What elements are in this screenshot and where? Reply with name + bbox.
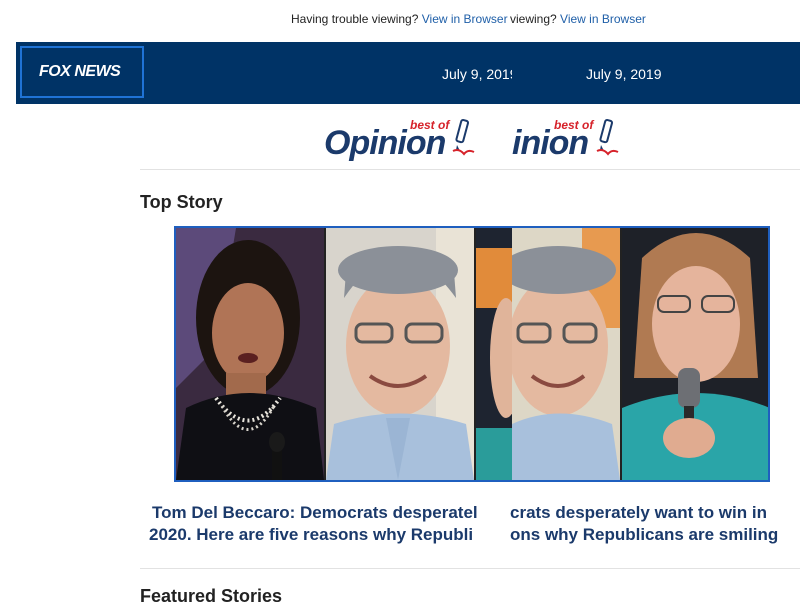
header-date-partial: July 9, 2019 [442, 66, 512, 82]
view-in-browser-link[interactable]: View in Browser [422, 12, 508, 26]
top-story-headline-line2-a[interactable]: 2020. Here are five reasons why Republi [149, 525, 510, 545]
image-panel-5 [622, 228, 768, 480]
featured-stories-heading: Featured Stories [140, 586, 283, 606]
image-panel-1 [176, 228, 324, 480]
trouble-viewing-text-partial: viewing? [510, 12, 557, 26]
trouble-viewing-text: Having trouble viewing? [291, 12, 419, 26]
preheader-right: viewing? View in Browser [510, 12, 646, 26]
top-story-headline-line2-b[interactable]: ons why Republicans are smiling [510, 525, 800, 545]
best-of-opinion-logo: Opinion best of [322, 114, 482, 164]
header-date: July 9, 2019 [586, 66, 662, 82]
best-of-text-2: best of [554, 118, 594, 132]
logo-text: FOX NEWS [39, 63, 121, 80]
view-in-browser-link-2[interactable]: View in Browser [560, 12, 646, 26]
top-story-heading: Top Story [140, 192, 223, 212]
image-panel-4 [512, 228, 620, 480]
top-story-headline-line1-a[interactable]: Tom Del Beccaro: Democrats desperatel [152, 503, 510, 523]
pen-icon-2 [596, 119, 619, 156]
preheader-left: Having trouble viewing? View in Browser [291, 12, 508, 26]
best-of-opinion-logo-2: inion best of [510, 114, 625, 164]
fox-news-logo[interactable]: FOX NEWS [20, 46, 144, 98]
top-story-headline-line1-b[interactable]: crats desperately want to win in [510, 503, 800, 523]
divider-top [140, 169, 800, 170]
best-of-text: best of [410, 118, 450, 132]
image-panel-2 [326, 228, 474, 480]
top-story-image[interactable] [174, 226, 770, 482]
image-panel-3 [476, 228, 512, 480]
divider-bottom [140, 568, 800, 569]
pen-icon [452, 119, 475, 156]
